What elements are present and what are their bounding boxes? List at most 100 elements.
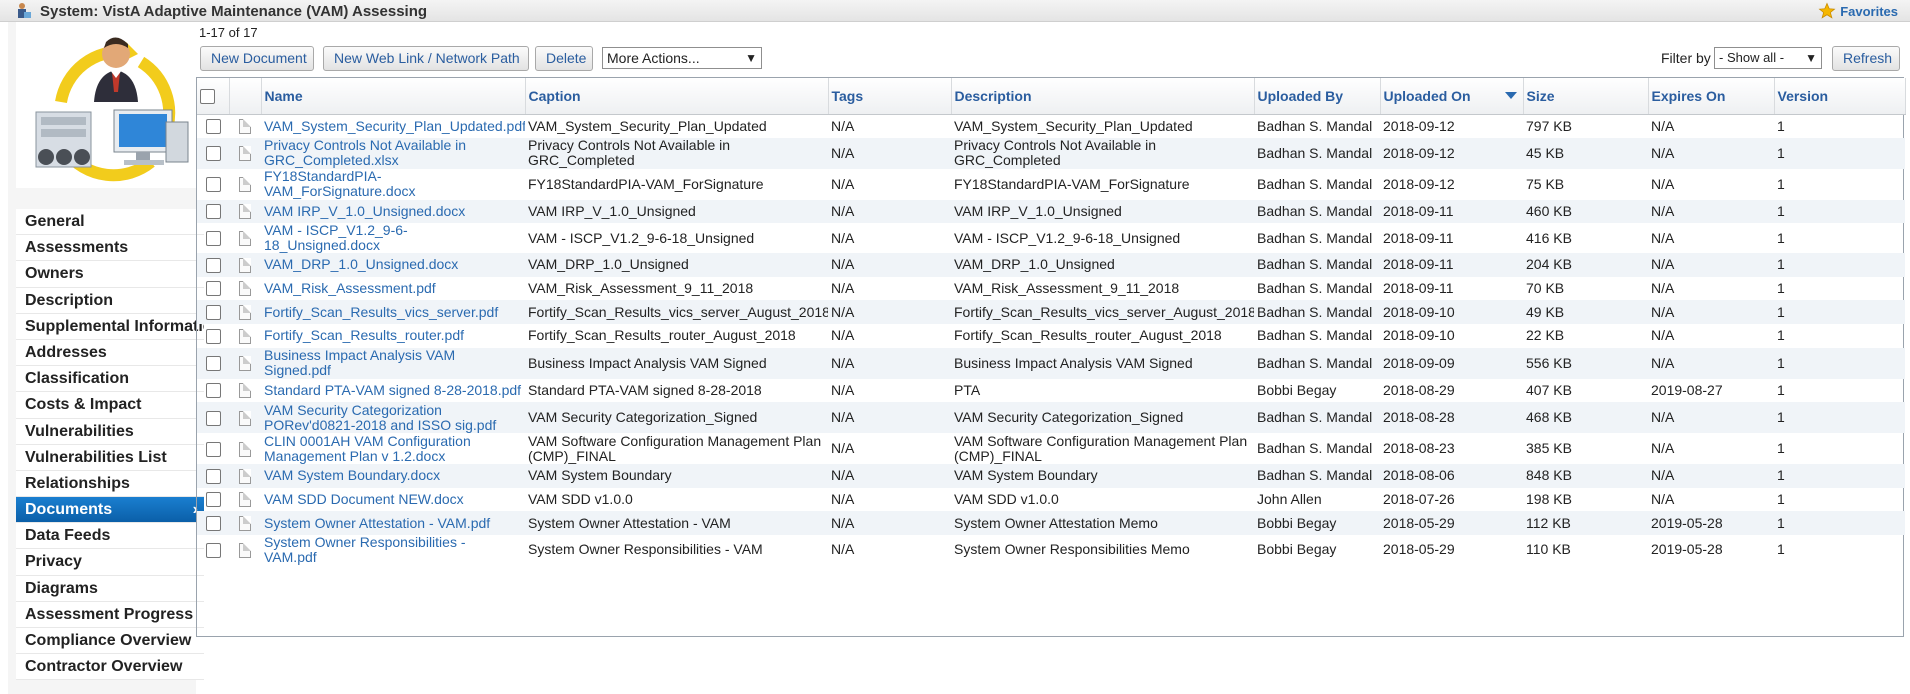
uploaded-by-cell: Badhan S. Mandal <box>1257 117 1373 134</box>
row-checkbox[interactable] <box>205 383 221 399</box>
uploaded-by-cell: Bobbi Begay <box>1257 541 1337 558</box>
column-header-caption[interactable]: Caption <box>525 78 829 115</box>
documents-table: Name Caption Tags Description Uploaded B… <box>196 77 1906 637</box>
description-cell: Fortify_Scan_Results_vics_server_August_… <box>951 300 1254 324</box>
row-checkbox[interactable] <box>205 257 221 273</box>
document-link[interactable]: VAM - ISCP_V1.2_9-6-18_Unsigned.docx <box>264 223 408 253</box>
row-checkbox[interactable] <box>205 176 221 192</box>
document-link[interactable]: FY18StandardPIA-VAM_ForSignature.docx <box>264 169 415 200</box>
row-checkbox[interactable] <box>205 305 221 321</box>
row-checkbox[interactable] <box>205 145 221 161</box>
column-header-expires-on[interactable]: Expires On <box>1648 78 1775 115</box>
sidebar-item-assessments[interactable]: Assessments <box>16 235 204 262</box>
document-link[interactable]: Fortify_Scan_Results_router.pdf <box>264 327 464 343</box>
caption-cell: VAM_System_Security_Plan_Updated <box>528 117 767 134</box>
sidebar-item-label: Compliance Overview <box>25 632 192 649</box>
version-cell: 1 <box>1774 253 1905 277</box>
sidebar-item-contractor-overview[interactable]: Contractor Overview <box>16 654 204 681</box>
row-checkbox[interactable] <box>205 542 221 558</box>
sidebar-item-supplemental-information[interactable]: Supplemental Information <box>16 313 204 340</box>
row-checkbox[interactable] <box>205 441 221 457</box>
description-cell: VAM SDD v1.0.0 <box>954 491 1059 508</box>
tags-cell: N/A <box>831 491 855 508</box>
sidebar-item-vulnerabilities-list[interactable]: Vulnerabilities List <box>16 444 204 471</box>
document-link[interactable]: VAM_DRP_1.0_Unsigned.docx <box>264 256 458 272</box>
filter-label: Filter by <box>1661 50 1711 66</box>
row-checkbox[interactable] <box>205 281 221 297</box>
tags-cell: N/A <box>828 137 951 169</box>
sidebar-item-owners[interactable]: Owners <box>16 261 204 288</box>
column-header-uploaded-by[interactable]: Uploaded By <box>1254 78 1381 115</box>
row-icon-cell <box>229 379 261 403</box>
row-checkbox[interactable] <box>205 516 221 532</box>
row-checkbox[interactable] <box>205 468 221 484</box>
document-link[interactable]: VAM IRP_V_1.0_Unsigned.docx <box>264 203 465 219</box>
row-checkbox[interactable] <box>205 204 221 220</box>
version-cell: 1 <box>1777 175 1785 192</box>
row-checkbox[interactable] <box>205 231 221 247</box>
sidebar-item-vulnerabilities[interactable]: Vulnerabilities <box>16 418 204 445</box>
row-checkbox[interactable] <box>205 118 221 134</box>
sidebar-item-documents[interactable]: Documents › <box>16 497 204 524</box>
document-icon <box>239 281 251 297</box>
document-link[interactable]: Fortify_Scan_Results_vics_server.pdf <box>264 304 498 320</box>
size-cell: 110 KB <box>1526 541 1571 558</box>
sidebar-item-general[interactable]: General <box>16 209 204 236</box>
row-checkbox[interactable] <box>205 410 221 426</box>
sidebar-item-description[interactable]: Description <box>16 287 204 314</box>
sidebar-item-costs-impact[interactable]: Costs & Impact <box>16 392 204 419</box>
delete-button[interactable]: Delete <box>535 46 593 71</box>
sidebar-item-classification[interactable]: Classification <box>16 366 204 393</box>
refresh-button[interactable]: Refresh <box>1832 46 1900 71</box>
column-header-version[interactable]: Version <box>1774 78 1906 115</box>
sidebar-item-label: Data Feeds <box>25 527 111 545</box>
tags-cell: N/A <box>828 464 951 488</box>
description-cell: Fortify_Scan_Results_router_August_2018 <box>954 327 1222 344</box>
name-cell: VAM_DRP_1.0_Unsigned.docx <box>261 253 525 277</box>
document-link[interactable]: Standard PTA-VAM signed 8-28-2018.pdf <box>264 382 521 398</box>
sidebar-item-compliance-overview[interactable]: Compliance Overview <box>16 628 204 655</box>
document-link[interactable]: Privacy Controls Not Available in GRC_Co… <box>264 138 466 169</box>
favorites-link[interactable]: Favorites <box>1818 1 1898 21</box>
table-row: Business Impact Analysis VAM Signed.pdf B… <box>197 347 1905 379</box>
expires-on-cell: N/A <box>1651 327 1675 344</box>
row-checkbox[interactable] <box>205 328 221 344</box>
more-actions-select[interactable]: More Actions... ▼ <box>602 47 762 69</box>
filter-select[interactable]: - Show all - ▼ <box>1714 47 1822 69</box>
document-icon <box>239 231 251 247</box>
document-link[interactable]: Business Impact Analysis VAM Signed.pdf <box>264 348 455 379</box>
document-link[interactable]: System Owner Responsibilities - VAM.pdf <box>264 535 466 565</box>
new-document-button[interactable]: New Document <box>200 46 314 71</box>
document-link[interactable]: CLIN 0001AH VAM Configuration Management… <box>264 433 471 464</box>
row-checkbox[interactable] <box>205 492 221 508</box>
sidebar-item-privacy[interactable]: Privacy <box>16 549 204 576</box>
version-cell: 1 <box>1777 229 1785 246</box>
document-link[interactable]: VAM_Risk_Assessment.pdf <box>264 280 436 296</box>
sidebar-item-label: Privacy <box>25 553 82 571</box>
caption-cell: FY18StandardPIA-VAM_ForSignature <box>528 175 764 192</box>
document-link[interactable]: System Owner Attestation - VAM.pdf <box>264 515 490 531</box>
document-link[interactable]: VAM System Boundary.docx <box>264 467 440 483</box>
document-link[interactable]: VAM Security Categorization PORev'd0821-… <box>264 402 496 433</box>
sidebar-item-relationships[interactable]: Relationships <box>16 470 204 498</box>
row-select-cell <box>197 464 229 488</box>
sidebar-item-addresses[interactable]: Addresses <box>16 339 204 367</box>
select-all-checkbox[interactable] <box>200 89 215 105</box>
sidebar-item-diagrams[interactable]: Diagrams <box>16 575 204 602</box>
sidebar-item-data-feeds[interactable]: Data Feeds <box>16 523 204 550</box>
documents-panel: 1-17 of 17 New Document New Web Link / N… <box>196 22 1910 694</box>
name-cell: VAM Security Categorization PORev'd0821-… <box>261 402 525 434</box>
document-link[interactable]: VAM_System_Security_Plan_Updated.pdf <box>264 118 525 134</box>
column-header-description[interactable]: Description <box>951 78 1255 115</box>
new-web-link-button[interactable]: New Web Link / Network Path <box>323 46 529 71</box>
sidebar-item-assessment-progress[interactable]: Assessment Progress <box>16 601 204 628</box>
size-cell: 75 KB <box>1526 175 1565 192</box>
column-header-name[interactable]: Name <box>261 78 526 115</box>
column-header-tags[interactable]: Tags <box>828 78 952 115</box>
column-header-uploaded-on[interactable]: Uploaded On <box>1380 78 1524 115</box>
column-header-size[interactable]: Size <box>1523 78 1649 115</box>
row-select-cell <box>197 223 229 253</box>
name-cell: VAM IRP_V_1.0_Unsigned.docx <box>261 199 525 224</box>
document-link[interactable]: VAM SDD Document NEW.docx <box>264 491 464 507</box>
row-checkbox[interactable] <box>205 355 221 371</box>
